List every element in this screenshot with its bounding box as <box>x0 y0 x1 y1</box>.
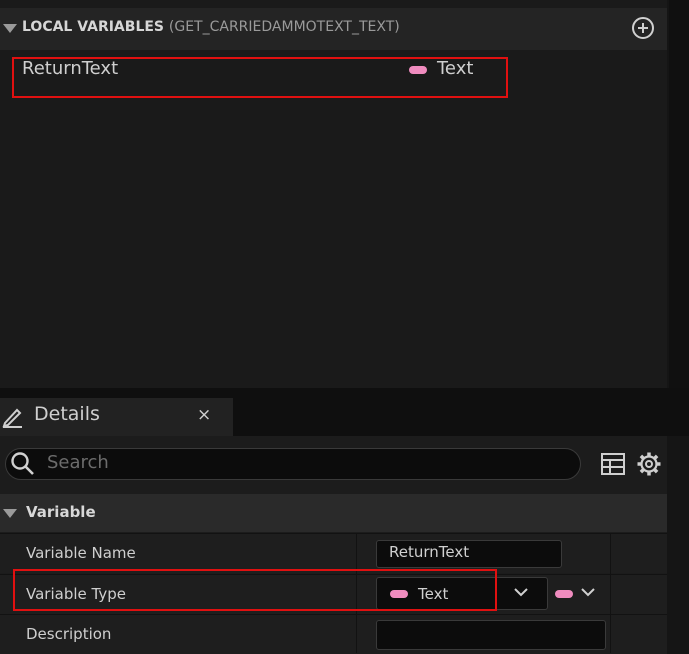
chevron-down-icon[interactable] <box>513 586 529 598</box>
triangle-down-icon[interactable] <box>3 509 17 518</box>
description-input[interactable] <box>376 620 606 650</box>
container-type-pin-icon[interactable] <box>555 590 573 598</box>
category-label: Variable <box>26 503 96 521</box>
gear-icon[interactable] <box>636 451 662 477</box>
search-placeholder: Search <box>47 452 109 473</box>
highlight-box-variable <box>12 57 508 98</box>
description-label-text: Description <box>26 625 112 643</box>
chevron-down-icon[interactable] <box>580 586 596 598</box>
local-variables-title-text: LOCAL VARIABLES <box>22 19 165 35</box>
column-divider <box>610 533 611 653</box>
add-icon[interactable] <box>632 17 654 39</box>
local-variables-function-name: (GET_CARRIEDAMMOTEXT_TEXT) <box>168 19 400 35</box>
highlight-box-variable-type <box>13 569 497 611</box>
category-variable-row[interactable] <box>0 494 667 532</box>
details-tab-title: Details <box>34 403 100 425</box>
local-variables-title: LOCAL VARIABLES (GET_CARRIEDAMMOTEXT_TEX… <box>22 19 400 35</box>
variable-name-label-text: Variable Name <box>26 544 136 562</box>
variable-name-value: ReturnText <box>389 543 470 561</box>
triangle-down-icon[interactable] <box>3 24 17 33</box>
vertical-scrollbar[interactable] <box>669 0 689 388</box>
table-icon[interactable] <box>600 452 626 476</box>
search-icon <box>11 452 34 475</box>
close-icon[interactable]: × <box>197 405 211 425</box>
pencil-icon <box>2 408 22 428</box>
